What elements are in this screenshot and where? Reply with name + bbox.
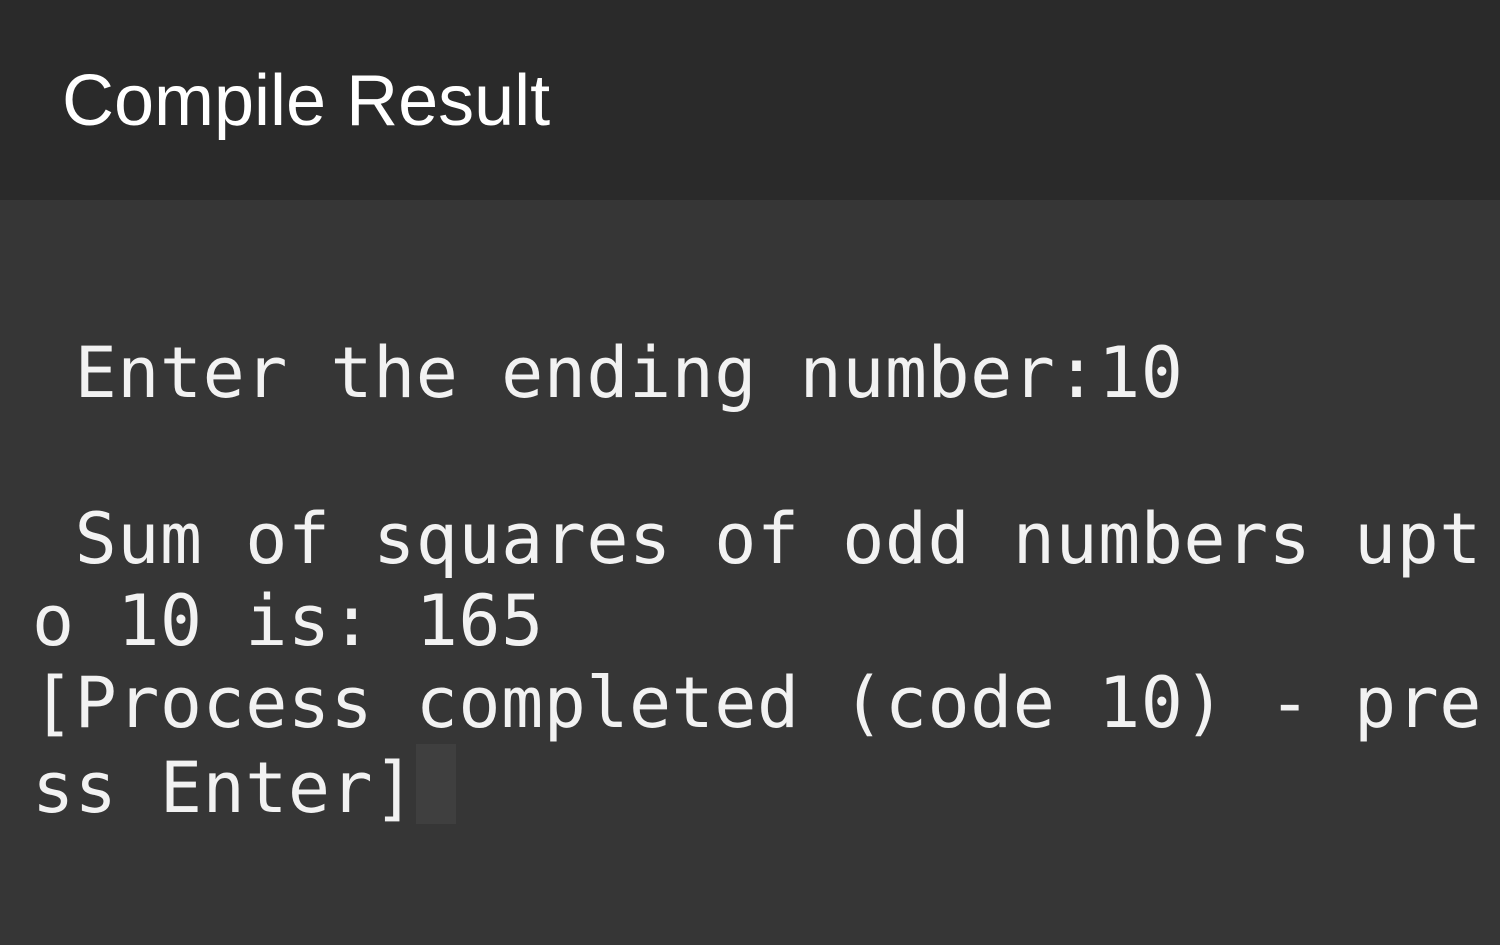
console-line-status-2-text: ss Enter] — [32, 747, 416, 829]
compile-result-screen: Compile Result Enter the ending number:1… — [0, 0, 1500, 945]
header-bar: Compile Result — [0, 0, 1500, 200]
console-line-result-1: Sum of squares of odd numbers upt — [32, 498, 1482, 580]
console-line-status-1: [Process completed (code 10) - pre — [32, 662, 1482, 744]
page-title: Compile Result — [62, 61, 551, 141]
console-line-result-2: o 10 is: 165 — [32, 580, 544, 662]
console-output[interactable]: Enter the ending number:10 Sum of square… — [0, 200, 1500, 945]
console-line-prompt: Enter the ending number:10 — [32, 332, 1184, 414]
console-line-status-2: ss Enter] — [32, 744, 456, 829]
text-cursor — [415, 744, 456, 824]
